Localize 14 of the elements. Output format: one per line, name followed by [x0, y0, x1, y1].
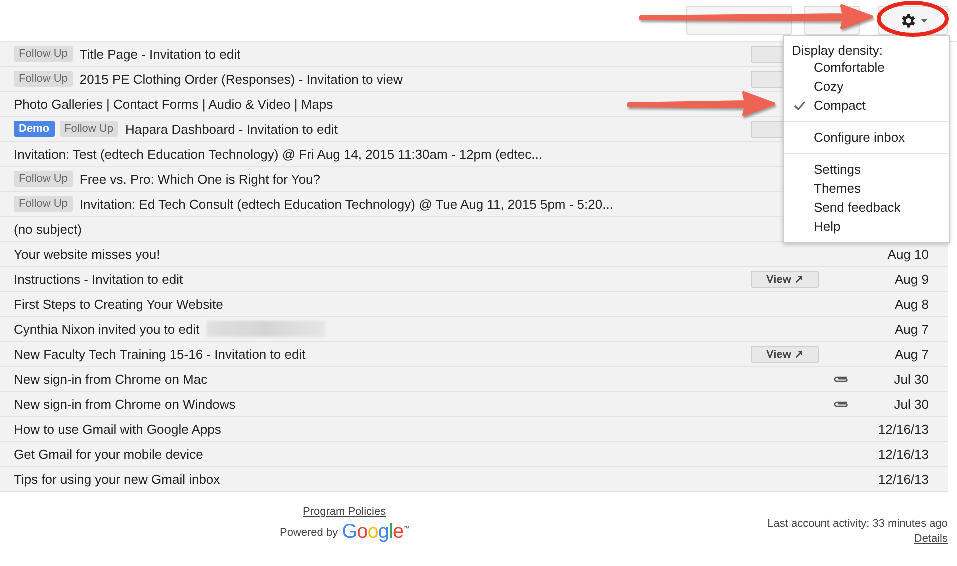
message-date: Aug 7	[895, 322, 929, 336]
message-date: 12/16/13	[878, 446, 929, 462]
message-date: Aug 9	[895, 272, 929, 286]
message-date: Aug 8	[895, 296, 929, 312]
message-date: Aug 7	[895, 346, 929, 362]
message-date: 12/16/13	[878, 422, 929, 436]
powered-by-text: Powered by	[280, 526, 338, 538]
message-date: 12/16/13	[878, 472, 929, 486]
message-date: Jul 30	[894, 396, 929, 412]
message-date: Jul 30	[894, 372, 929, 386]
menu-heading: Display density:	[791, 42, 884, 58]
message-date: Aug 10	[888, 246, 929, 262]
google-logo: Google$^{™}$	[342, 521, 410, 544]
last-activity-text: Last account activity: 33 minutes ago	[768, 518, 948, 530]
